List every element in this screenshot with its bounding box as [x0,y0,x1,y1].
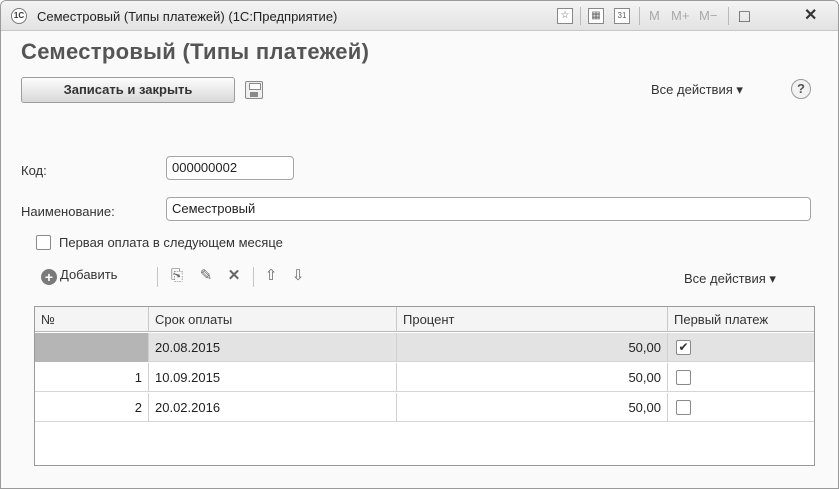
first-payment-cell [668,393,814,422]
due-date-cell[interactable]: 20.08.2015 [149,333,397,362]
due-date-cell[interactable]: 20.02.2016 [149,393,397,422]
copy-row-icon[interactable]: ⎘ [168,267,186,285]
payment-schedule-table: № Срок оплаты Процент Первый платеж 20.0… [34,306,815,466]
window-title: Семестровый (Типы платежей) (1С:Предприя… [37,9,338,24]
row-number: 2 [35,393,149,422]
calendar-icon[interactable]: 31 [614,8,630,24]
table-row[interactable]: 20.08.2015 50,00 ✔ [35,333,814,362]
save-icon[interactable] [245,81,263,99]
page-title: Семестровый (Типы платежей) [21,39,370,64]
percent-cell[interactable]: 50,00 [397,333,668,362]
percent-cell[interactable]: 50,00 [397,363,668,392]
first-payment-next-month-label: Первая оплата в следующем месяце [59,235,283,250]
help-icon[interactable]: ? [791,79,811,99]
due-date-cell[interactable]: 10.09.2015 [149,363,397,392]
window: 1С Семестровый (Типы платежей) (1С:Предп… [0,0,839,489]
edit-pencil-icon[interactable]: ✎ [197,267,215,285]
move-up-icon[interactable]: ⇧ [262,267,280,285]
toolbar-divider [253,267,254,287]
favorite-icon[interactable]: ☆ [557,8,573,24]
percent-cell[interactable]: 50,00 [397,393,668,422]
toolbar-divider [157,267,158,287]
table-row[interactable]: 2 20.02.2016 50,00 [35,393,814,422]
app-logo-icon: 1С [11,8,27,24]
row-number [35,333,149,362]
restore-button[interactable]: □ [739,7,750,25]
all-actions-menu[interactable]: Все действия ▾ [651,82,743,98]
column-header-percent[interactable]: Процент [397,307,668,332]
column-header-due-date[interactable]: Срок оплаты [149,307,397,332]
save-and-close-button[interactable]: Записать и закрыть [21,77,235,103]
move-down-icon[interactable]: ⇩ [289,267,307,285]
add-row-button[interactable]: + Добавить [41,267,117,285]
first-payment-next-month-checkbox[interactable] [36,235,51,250]
memory-button[interactable]: M [649,7,660,25]
table-all-actions-menu[interactable]: Все действия ▾ [684,271,776,287]
titlebar-divider [728,7,729,25]
table-row[interactable]: 1 10.09.2015 50,00 [35,363,814,392]
table-header: № Срок оплаты Процент Первый платеж [35,307,814,332]
memory-plus-button[interactable]: M+ [671,7,689,25]
row-number: 1 [35,363,149,392]
column-header-first-payment[interactable]: Первый платеж [668,307,814,332]
name-field[interactable]: Семестровый [166,197,811,221]
name-label: Наименование: [21,204,115,219]
titlebar-divider [639,7,640,25]
first-payment-checkbox[interactable]: ✔ [676,340,691,355]
first-payment-checkbox[interactable] [676,370,691,385]
title-bar: 1С Семестровый (Типы платежей) (1С:Предп… [1,1,838,31]
calculator-icon[interactable]: ▦ [588,8,604,24]
first-payment-cell: ✔ [668,333,814,362]
titlebar-divider [580,7,581,25]
close-button[interactable]: ✕ [804,7,817,25]
add-icon: + [41,269,57,285]
first-payment-cell [668,363,814,392]
add-row-label: Добавить [60,267,118,282]
code-field[interactable]: 000000002 [166,156,294,180]
code-label: Код: [21,163,47,178]
first-payment-checkbox[interactable] [676,400,691,415]
delete-icon[interactable]: ✕ [225,267,243,285]
column-header-number[interactable]: № [35,307,149,332]
memory-minus-button[interactable]: M− [699,7,717,25]
